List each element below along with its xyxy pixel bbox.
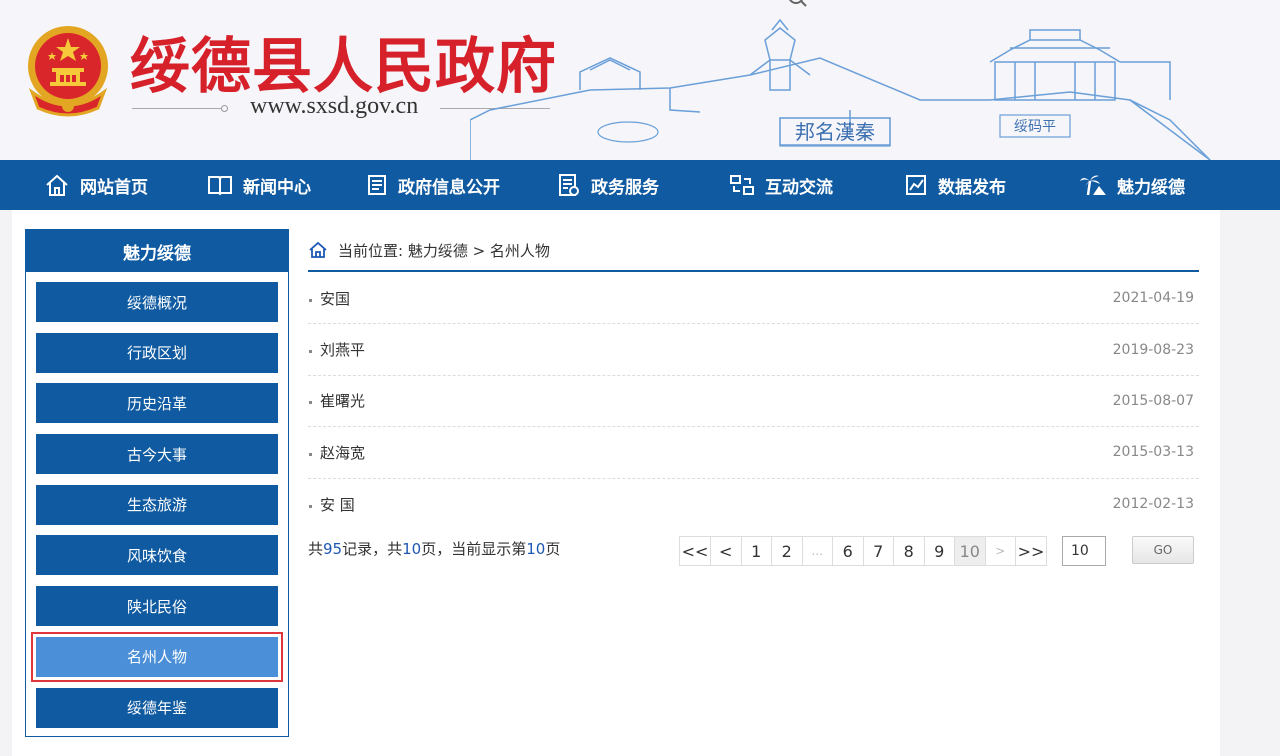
nav-item-data[interactable]: 数据发布: [868, 160, 1042, 210]
sidebar-item-tourism[interactable]: 生态旅游: [36, 484, 278, 525]
page-ellipsis: ...: [801, 536, 833, 566]
page-button[interactable]: 2: [771, 536, 803, 566]
url-divider-dot: [221, 105, 228, 112]
nav-item-label: 互动交流: [765, 177, 833, 198]
nav-item-services[interactable]: 政务服务: [522, 160, 694, 210]
national-emblem-logo: [28, 26, 108, 117]
article-date: 2015-08-07: [1112, 392, 1194, 409]
nav-item-gov-info[interactable]: 政府信息公开: [344, 160, 522, 210]
interaction-icon: [730, 175, 754, 195]
sidebar-item-history[interactable]: 历史沿革: [36, 383, 278, 424]
url-divider-left: [132, 108, 222, 109]
pagination-pages-text: 页，当前显示第: [421, 540, 527, 558]
chart-icon: [906, 175, 926, 195]
home-icon: [46, 174, 68, 196]
sidebar-item-divisions[interactable]: 行政区划: [36, 332, 278, 373]
pagination-records-text: 记录，共: [342, 540, 403, 558]
article-title-link[interactable]: 刘燕平: [308, 339, 365, 360]
current-page-button: 10: [954, 536, 986, 566]
nav-item-label: 新闻中心: [243, 177, 311, 198]
nav-item-label: 数据发布: [938, 177, 1006, 198]
palm-tree-icon: [1080, 175, 1106, 196]
article-title-link[interactable]: 安国: [308, 288, 350, 309]
breadcrumb-text: 当前位置: 魅力绥德 > 名州人物: [338, 241, 550, 260]
page-button[interactable]: 8: [893, 536, 925, 566]
current-page: 10: [526, 540, 546, 558]
sidebar-menu: 绥德概况 行政区划 历史沿革 古今大事 生态旅游 风味饮食 陕北民俗 名州人物 …: [31, 282, 283, 738]
list-item: 安国 2021-04-19: [308, 273, 1199, 325]
site-header: 绥德县人民政府 www.sxsd.gov.cn 绥码平 邦名漢秦: [0, 0, 1280, 160]
sidebar-title: 魅力绥德: [26, 230, 288, 272]
sidebar-item-events[interactable]: 古今大事: [36, 434, 278, 475]
book-icon: [208, 176, 232, 196]
sidebar-item-customs[interactable]: 陕北民俗: [36, 586, 278, 627]
article-date: 2012-02-13: [1112, 496, 1194, 513]
nav-item-interaction[interactable]: 互动交流: [694, 160, 868, 210]
sidebar-item-food[interactable]: 风味饮食: [36, 535, 278, 576]
page-number-input[interactable]: [1062, 536, 1106, 566]
article-date: 2021-04-19: [1112, 290, 1194, 307]
nav-item-label: 政府信息公开: [398, 177, 500, 198]
list-item: 崔曙光 2015-08-07: [308, 376, 1199, 428]
list-item: 安 国 2012-02-13: [308, 479, 1199, 530]
pagination-info: 共95记录，共10页，当前显示第10页: [308, 538, 560, 559]
nav-item-home[interactable]: 网站首页: [0, 160, 174, 210]
sidebar-item-notable-people[interactable]: 名州人物: [31, 631, 283, 682]
article-date: 2019-08-23: [1112, 341, 1194, 358]
page-button[interactable]: 7: [862, 536, 894, 566]
page-button[interactable]: 6: [832, 536, 864, 566]
document-icon: [368, 175, 386, 195]
total-pages: 10: [402, 540, 422, 558]
nav-item-label: 网站首页: [80, 177, 148, 198]
prev-page-button[interactable]: <: [710, 536, 742, 566]
nav-item-news[interactable]: 新闻中心: [174, 160, 344, 210]
pager: << < 1 2 ... 6 7 8 9 10 > >>: [679, 536, 1047, 566]
article-date: 2015-03-13: [1112, 444, 1194, 461]
sidebar-item-overview[interactable]: 绥德概况: [36, 282, 278, 322]
go-button[interactable]: GO: [1132, 536, 1194, 564]
nav-item-label: 魅力绥德: [1117, 177, 1185, 198]
sidebar: 魅力绥德 绥德概况 行政区划 历史沿革 古今大事 生态旅游 风味饮食 陕北民俗 …: [25, 229, 289, 737]
page-button[interactable]: 9: [923, 536, 955, 566]
article-title-link[interactable]: 安 国: [308, 494, 355, 515]
nav-item-charm[interactable]: 魅力绥德: [1042, 160, 1222, 210]
skyline-illustration: 绥码平 邦名漢秦: [470, 18, 1211, 160]
sidebar-item-yearbook[interactable]: 绥德年鉴: [36, 687, 278, 728]
first-page-button[interactable]: <<: [679, 536, 711, 566]
article-title-link[interactable]: 崔曙光: [308, 390, 365, 411]
article-title-link[interactable]: 赵海宽: [308, 442, 365, 463]
page-button[interactable]: 1: [740, 536, 772, 566]
breadcrumb: 当前位置: 魅力绥德 > 名州人物: [308, 236, 1199, 272]
service-list-icon: [559, 174, 579, 196]
next-page-button: >: [984, 536, 1016, 566]
nav-item-label: 政务服务: [591, 177, 659, 198]
list-item: 赵海宽 2015-03-13: [308, 427, 1199, 479]
pagination-suffix: 页: [545, 540, 561, 558]
last-page-button[interactable]: >>: [1015, 536, 1047, 566]
main-nav: 网站首页 新闻中心 政府信息公开 政务服务 互动交流 数据发布 魅力绥德: [0, 160, 1280, 210]
list-item: 刘燕平 2019-08-23: [308, 324, 1199, 376]
home-icon[interactable]: [308, 241, 328, 259]
article-list: 安国 2021-04-19 刘燕平 2019-08-23 崔曙光 2015-08…: [308, 273, 1199, 530]
pagination-prefix: 共: [308, 540, 324, 558]
site-url: www.sxsd.gov.cn: [250, 93, 419, 119]
skyline-sign-2: 绥码平: [1014, 119, 1056, 135]
total-records: 95: [323, 540, 343, 558]
skyline-sign-1: 邦名漢秦: [795, 120, 875, 144]
